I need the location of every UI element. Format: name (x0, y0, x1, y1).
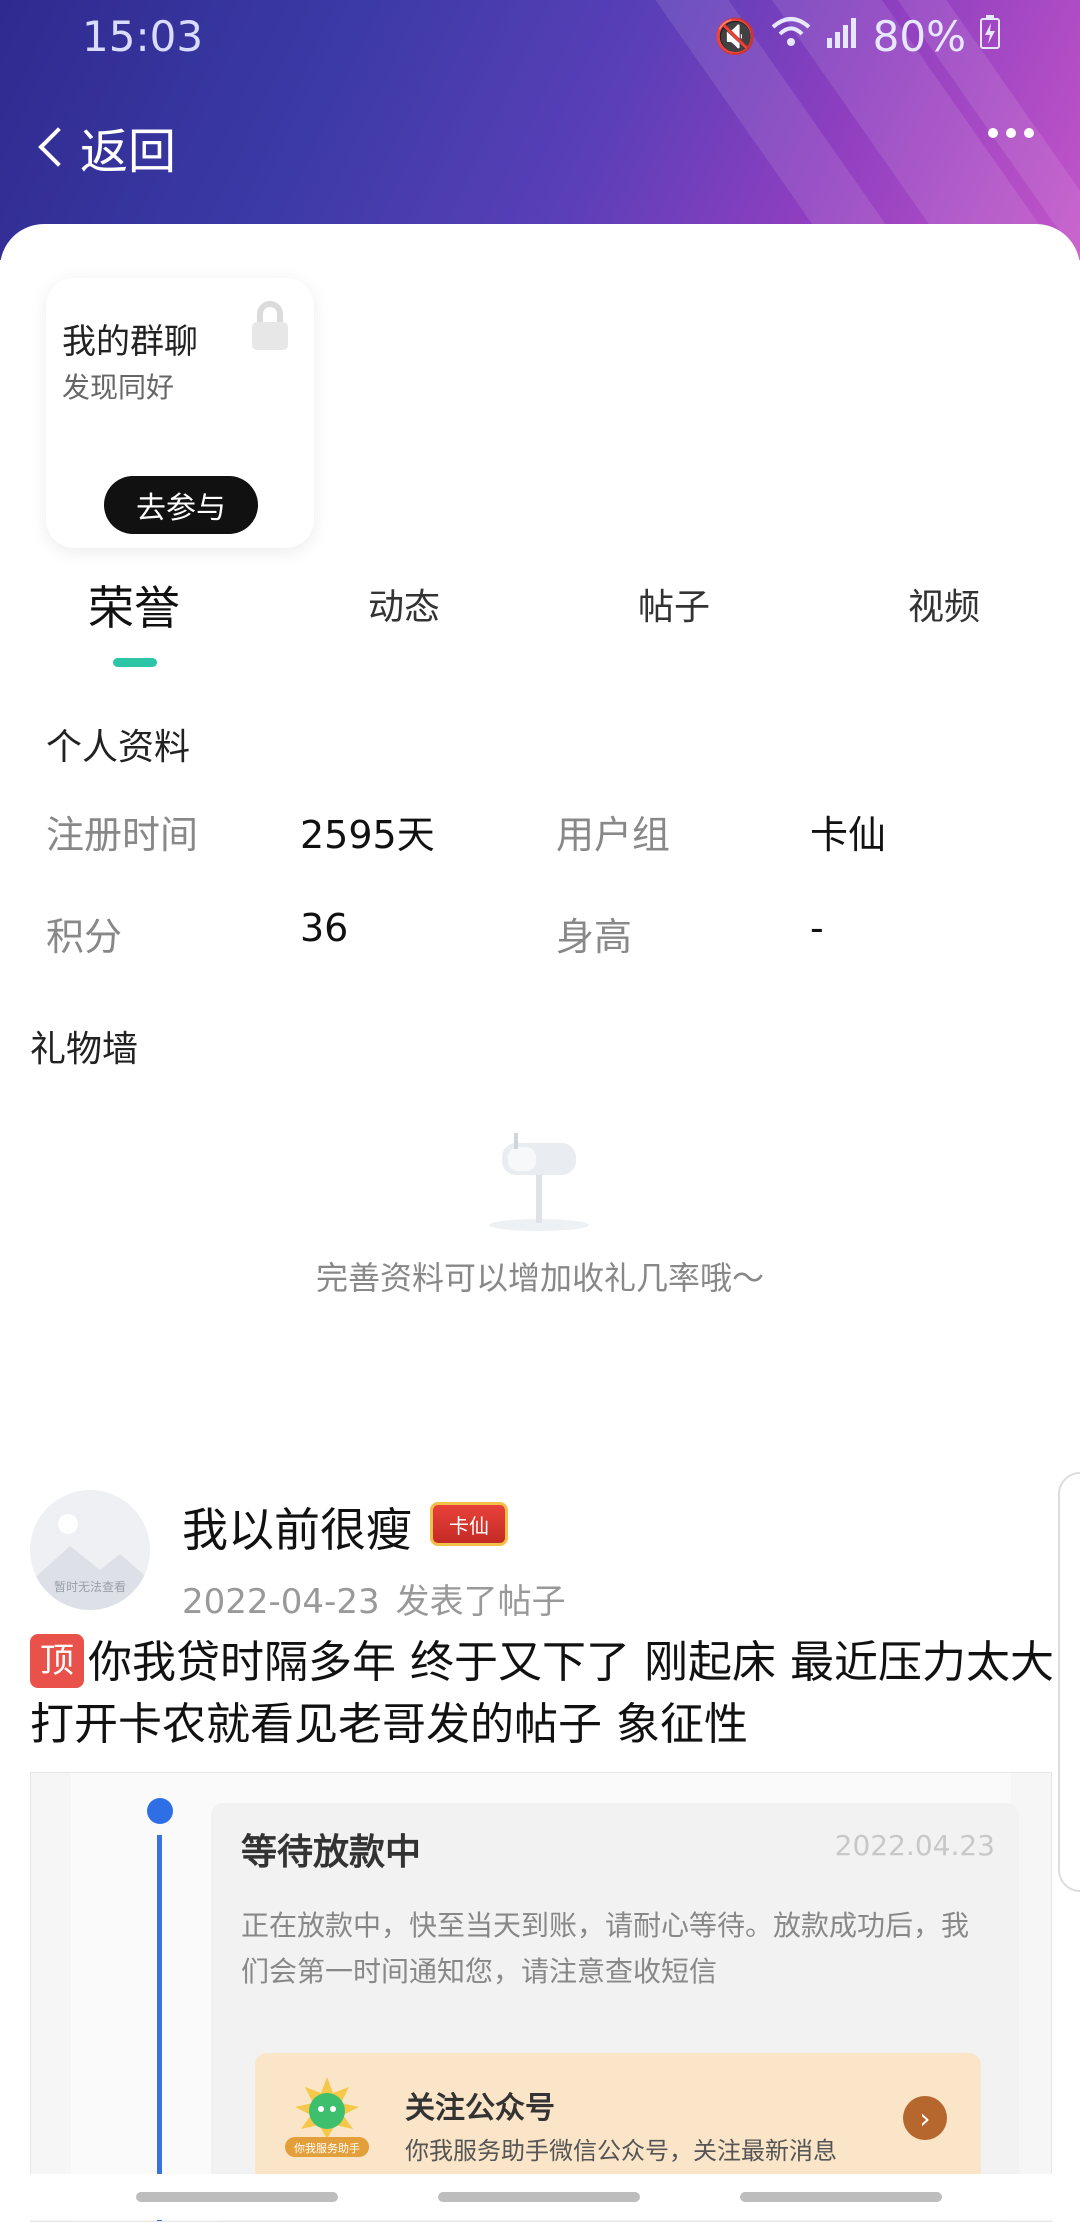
battery-level: 80% (872, 12, 966, 61)
user-group-value: 卡仙 (810, 813, 887, 857)
post-image[interactable]: 等待放款中 2022.04.23 正在放款中，快至当天到账，请耐心等待。放款成功… (30, 1772, 1052, 2222)
gift-wall-empty-text: 完善资料可以增加收礼几率哦～ (315, 1259, 764, 1297)
loan-status-desc: 正在放款中，快至当天到账，请耐心等待。放款成功后，我们会第一时间通知您，请注意查… (241, 1909, 970, 1988)
chevron-right-icon: › (903, 2096, 947, 2140)
profile-section-title: 个人资料 (46, 727, 191, 768)
edge-panel-handle[interactable] (1058, 1472, 1080, 1892)
timeline-line (157, 1835, 162, 2221)
post-text: 你我贷时隔多年 终于又下了 刚起床 最近压力太大 打开卡农就看见老哥发的帖子 象… (30, 1637, 1054, 1750)
status-icons: 🔇 80% (714, 12, 1000, 61)
profile-row: 注册时间 2595天 用户组 卡仙 (0, 804, 1080, 864)
nav-home-button[interactable] (438, 2192, 640, 2202)
poster-name[interactable]: 我以前很瘦 (182, 1494, 412, 1560)
follow-account-banner: 你我服务助手 关注公众号 你我服务助手微信公众号，关注最新消息 › (255, 2053, 981, 2183)
gift-wall-title: 礼物墙 (30, 1029, 139, 1070)
join-button[interactable]: 去参与 (104, 476, 258, 534)
chevron-left-icon (38, 127, 78, 167)
group-card-title: 我的群聊 (62, 322, 198, 362)
post-image-content: 等待放款中 2022.04.23 正在放款中，快至当天到账，请耐心等待。放款成功… (71, 1773, 1019, 2221)
points-label: 积分 (46, 915, 123, 959)
post-date: 2022-04-23 (182, 1582, 380, 1622)
wechat-assistant-logo: 你我服务助手 (285, 2077, 369, 2157)
tab-honor[interactable]: 荣誉 (88, 572, 180, 638)
battery-charging-icon (980, 15, 1000, 58)
tab-activity[interactable]: 动态 (368, 578, 440, 630)
nav-back-button[interactable] (740, 2192, 942, 2202)
lock-icon (252, 301, 288, 350)
profile-row: 积分 36 身高 - (0, 906, 1080, 966)
tab-posts[interactable]: 帖子 (638, 578, 710, 630)
tab-videos[interactable]: 视频 (908, 578, 980, 630)
loan-status-title: 等待放款中 (241, 1832, 422, 1873)
group-chat-card[interactable]: 我的群聊 发现同好 去参与 (46, 278, 314, 548)
loan-status-card: 等待放款中 2022.04.23 正在放款中，快至当天到账，请耐心等待。放款成功… (211, 1803, 1019, 2221)
back-label: 返回 (80, 124, 177, 180)
signal-icon (825, 16, 859, 57)
system-nav-bar (0, 2174, 1080, 2220)
wifi-icon (771, 15, 811, 58)
avatar-placeholder-text: 暂时无法查看 (53, 1580, 126, 1594)
nav-recent-button[interactable] (136, 2192, 338, 2202)
pinned-tag: 顶 (30, 1634, 84, 1688)
more-dots-icon[interactable] (988, 128, 1034, 138)
height-value: - (810, 906, 824, 950)
avatar[interactable]: 暂时无法查看 (30, 1490, 150, 1610)
points-value: 36 (300, 906, 349, 950)
post-action: 发表了帖子 (395, 1582, 566, 1622)
mailbox-icon (489, 1133, 589, 1231)
post-meta: 2022-04-23 发表了帖子 (182, 1574, 566, 1623)
loan-status-date: 2022.04.23 (834, 1829, 995, 1862)
logo-text: 你我服务助手 (294, 2141, 360, 2155)
follow-subtitle: 你我服务助手微信公众号，关注最新消息 (405, 2137, 837, 2165)
register-time-value: 2595天 (300, 813, 435, 857)
timeline-dot (147, 1798, 173, 1824)
user-group-label: 用户组 (556, 813, 671, 857)
profile-tabs: 荣誉 动态 帖子 视频 (0, 578, 1080, 667)
user-group-badge: 卡仙 (430, 1502, 508, 1546)
post-content[interactable]: 顶你我贷时隔多年 终于又下了 刚起床 最近压力太大 打开卡农就看见老哥发的帖子 … (30, 1632, 1060, 1756)
mute-icon: 🔇 (714, 16, 757, 57)
follow-title: 关注公众号 (405, 2091, 555, 2126)
back-button[interactable]: 返回 (30, 112, 176, 182)
group-card-subtitle: 发现同好 (62, 371, 175, 404)
active-tab-indicator (113, 658, 157, 667)
profile-header: 15:03 🔇 80% 返回 (0, 0, 1080, 260)
status-time: 15:03 (82, 12, 204, 61)
height-label: 身高 (556, 915, 633, 959)
register-time-label: 注册时间 (46, 813, 199, 857)
